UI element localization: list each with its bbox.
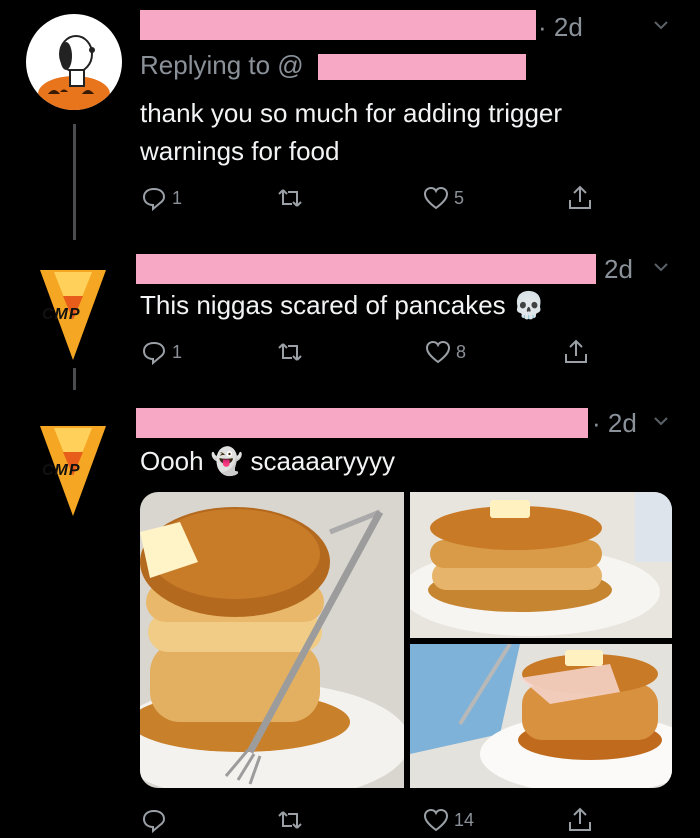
retweet-icon xyxy=(278,343,302,361)
like-icon xyxy=(425,340,451,364)
tweet-text: This niggas scared of pancakes 💀 xyxy=(140,286,660,325)
tweet-actions: 14 xyxy=(140,806,620,836)
tweet-actions: 1 5 xyxy=(140,184,620,214)
retweet-button[interactable] xyxy=(276,806,304,834)
avatar-cmp-logo[interactable]: CMP xyxy=(28,416,118,520)
share-icon xyxy=(565,339,587,363)
reply-button[interactable]: 1 xyxy=(140,338,182,366)
share-button[interactable] xyxy=(566,184,594,212)
reply-count: 1 xyxy=(172,341,183,362)
reply-button[interactable] xyxy=(140,806,168,834)
chevron-down-icon[interactable] xyxy=(650,256,672,284)
redacted-reply-handle xyxy=(318,54,526,80)
tweet-time: · 2d xyxy=(592,408,637,438)
tweet-text: Oooh 👻 scaaaaryyyy xyxy=(140,442,660,481)
thread-line xyxy=(73,368,76,390)
tweet-text-after: scaaaaryyyy xyxy=(250,446,395,476)
pancake-image-3[interactable] xyxy=(410,644,672,788)
redacted-username xyxy=(140,10,536,40)
tweet-time: 2d xyxy=(604,254,633,284)
replying-to-label: Replying to @ xyxy=(140,50,304,80)
chevron-down-icon[interactable] xyxy=(650,410,672,438)
retweet-button[interactable] xyxy=(276,184,304,212)
like-icon xyxy=(423,186,449,210)
like-count: 14 xyxy=(454,809,475,830)
like-count: 5 xyxy=(454,187,465,208)
reply-icon xyxy=(142,341,166,366)
avatar-snoopy[interactable] xyxy=(26,14,122,110)
like-button[interactable]: 5 xyxy=(422,184,464,212)
reply-count: 1 xyxy=(172,187,183,208)
reply-button[interactable]: 1 xyxy=(140,184,182,212)
tweet-text-before: Oooh xyxy=(140,446,204,476)
chevron-down-icon[interactable] xyxy=(650,14,672,42)
redacted-username xyxy=(136,254,596,284)
like-button[interactable]: 8 xyxy=(424,338,466,366)
share-icon xyxy=(569,185,591,209)
share-button[interactable] xyxy=(566,806,594,834)
pancake-image-1[interactable] xyxy=(140,492,404,788)
tweet-text: thank you so much for adding trigger war… xyxy=(140,98,563,166)
cmp-logo-text: CMP xyxy=(42,306,81,323)
share-icon xyxy=(569,807,591,831)
replying-to: Replying to @ xyxy=(140,50,304,81)
like-count: 8 xyxy=(456,341,467,362)
redacted-username xyxy=(136,408,588,438)
retweet-icon xyxy=(278,811,302,829)
retweet-icon xyxy=(278,189,302,207)
reply-icon xyxy=(142,809,166,834)
skull-emoji: 💀 xyxy=(512,291,546,321)
thread-line xyxy=(73,124,76,240)
tweet-media-grid[interactable] xyxy=(140,492,672,788)
tweet-text-body: This niggas scared of pancakes xyxy=(140,290,506,320)
pancake-image-2[interactable] xyxy=(410,492,672,638)
tweet-time: · 2d xyxy=(538,12,583,42)
reply-icon xyxy=(142,187,166,212)
retweet-button[interactable] xyxy=(276,338,304,366)
tweet-1[interactable]: · 2d Replying to @ thank you so much for… xyxy=(0,0,700,240)
tweet-2[interactable]: CMP 2d This niggas scared of pancakes 💀 … xyxy=(0,240,700,390)
cmp-logo-text: CMP xyxy=(42,462,81,479)
share-button[interactable] xyxy=(562,338,590,366)
avatar-cmp-logo[interactable]: CMP xyxy=(28,260,118,364)
snoopy-pumpkin-image xyxy=(38,35,110,110)
like-icon xyxy=(423,808,449,832)
tweet-actions: 1 8 xyxy=(140,338,620,368)
ghost-emoji: 👻 xyxy=(210,447,244,477)
like-button[interactable]: 14 xyxy=(422,806,474,834)
